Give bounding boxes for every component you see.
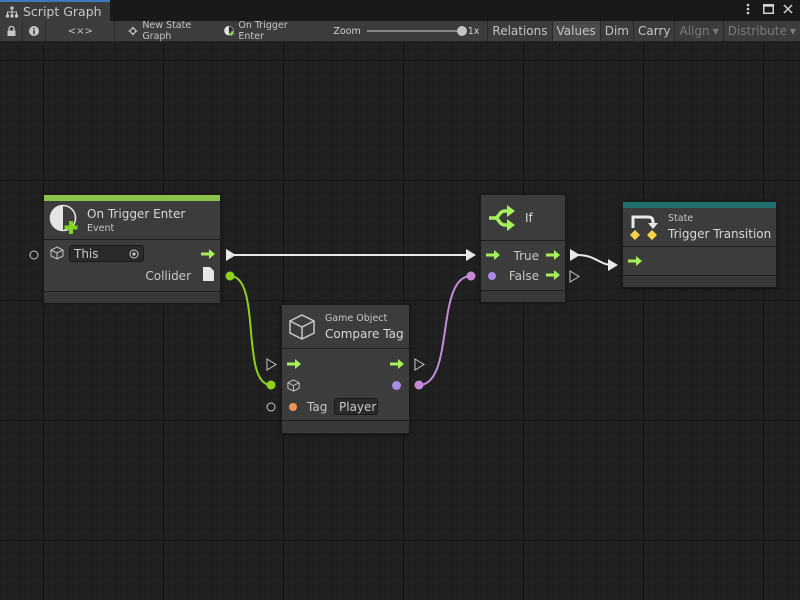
dim-label: Dim [605, 24, 629, 38]
node-title: On Trigger Enter [87, 207, 185, 221]
lock-button[interactable] [0, 21, 23, 41]
dim-toggle[interactable]: Dim [601, 21, 634, 41]
hierarchy-icon [6, 6, 18, 18]
node-trigger-transition[interactable]: State Trigger Transition [622, 201, 777, 288]
node-subtitle: Game Object [325, 313, 404, 324]
gameobject-cube-icon [288, 313, 316, 341]
node-title: If [525, 211, 533, 225]
toggle-group: Relations Values Dim Carry Align ▼ Distri… [488, 21, 800, 41]
node-if[interactable]: If True False [480, 194, 566, 302]
object-picker-icon[interactable] [129, 249, 139, 259]
gameobject-cube-icon [50, 246, 64, 260]
node-title: Compare Tag [325, 327, 404, 341]
node-on-trigger-enter[interactable]: On Trigger Enter Event This Collider [43, 194, 221, 302]
node-header: State Trigger Transition [623, 208, 776, 247]
node-body [623, 247, 776, 276]
branch-icon [487, 204, 517, 232]
event-icon [49, 204, 81, 236]
zoom-value: 1x [468, 26, 480, 37]
collider-type-icon [203, 267, 214, 281]
state-transition-icon [628, 211, 660, 243]
info-icon [29, 26, 39, 36]
node-footer [282, 421, 409, 432]
node-footer [623, 276, 776, 287]
node-subtitle: Event [87, 223, 185, 234]
collider-output-label: Collider [145, 269, 191, 283]
carry-label: Carry [638, 24, 671, 38]
breadcrumb-on-trigger-enter[interactable]: On Trigger Enter [214, 20, 308, 42]
tag-value: Player [339, 400, 376, 414]
align-label: Align [679, 24, 709, 38]
close-icon[interactable] [782, 2, 794, 16]
bool-output-port-icon[interactable] [392, 381, 401, 390]
node-body: This Collider [44, 240, 220, 292]
zoom-slider[interactable] [367, 30, 462, 32]
chevron-down-icon: ▼ [790, 27, 796, 36]
state-graph-icon [128, 25, 138, 37]
flow-in-arrow-icon[interactable] [287, 359, 301, 369]
values-label: Values [557, 24, 596, 38]
breadcrumb-label: New State Graph [142, 20, 203, 42]
tag-label: Tag [307, 400, 327, 414]
node-header: On Trigger Enter Event [44, 201, 220, 240]
node-title: Trigger Transition [668, 227, 771, 241]
chevron-down-icon: ▼ [713, 27, 719, 36]
target-cube-icon [287, 379, 300, 392]
node-body: Tag Player [282, 349, 409, 421]
carry-toggle[interactable]: Carry [634, 21, 676, 41]
breadcrumb-new-state-graph[interactable]: New State Graph [115, 20, 213, 42]
tab-script-graph[interactable]: Script Graph [0, 0, 110, 21]
true-label: True [514, 249, 540, 263]
more-menu-icon[interactable] [742, 2, 754, 16]
tag-input-field[interactable]: Player [334, 398, 378, 415]
flow-in-arrow-icon[interactable] [628, 256, 642, 266]
maximize-icon[interactable] [762, 2, 774, 16]
this-target-field[interactable]: This [69, 245, 144, 262]
window-titlebar: Script Graph [0, 0, 800, 21]
relations-label: Relations [492, 24, 547, 38]
false-label: False [509, 269, 539, 283]
embed-toggle-button[interactable]: <×> [46, 21, 115, 41]
flow-in-arrow-icon[interactable] [486, 250, 500, 260]
lock-icon [7, 26, 16, 36]
zoom-slider-thumb[interactable] [457, 26, 467, 36]
true-flow-out-arrow-icon[interactable] [546, 250, 560, 260]
this-target-value: This [74, 247, 99, 261]
node-compare-tag[interactable]: Game Object Compare Tag Tag Player [281, 304, 410, 434]
node-header: Game Object Compare Tag [282, 305, 409, 349]
info-button[interactable] [23, 21, 46, 41]
string-port-icon [289, 403, 297, 411]
breadcrumb: New State Graph On Trigger Enter Zoom 1x [115, 21, 488, 41]
distribute-label: Distribute [728, 24, 787, 38]
graph-toolbar: <×> New State Graph On Trigger Enter Zoo… [0, 21, 800, 42]
false-flow-out-arrow-icon[interactable] [546, 270, 560, 280]
node-subtitle: State [668, 213, 771, 224]
values-toggle[interactable]: Values [553, 21, 601, 41]
event-icon [224, 24, 235, 38]
flow-out-arrow-icon[interactable] [201, 249, 215, 259]
zoom-control: Zoom 1x [325, 26, 487, 37]
bool-input-port-icon [488, 272, 496, 280]
distribute-dropdown[interactable]: Distribute▼ [724, 21, 800, 41]
node-header: If [481, 195, 565, 241]
tab-title: Script Graph [23, 4, 102, 19]
flow-out-arrow-icon[interactable] [390, 359, 404, 369]
node-body: True False [481, 241, 565, 291]
zoom-label: Zoom [333, 26, 360, 37]
relations-toggle[interactable]: Relations [488, 21, 552, 41]
node-footer [481, 291, 565, 302]
align-dropdown[interactable]: Align ▼ [675, 21, 723, 41]
breadcrumb-label: On Trigger Enter [238, 20, 297, 42]
node-footer [44, 292, 220, 303]
